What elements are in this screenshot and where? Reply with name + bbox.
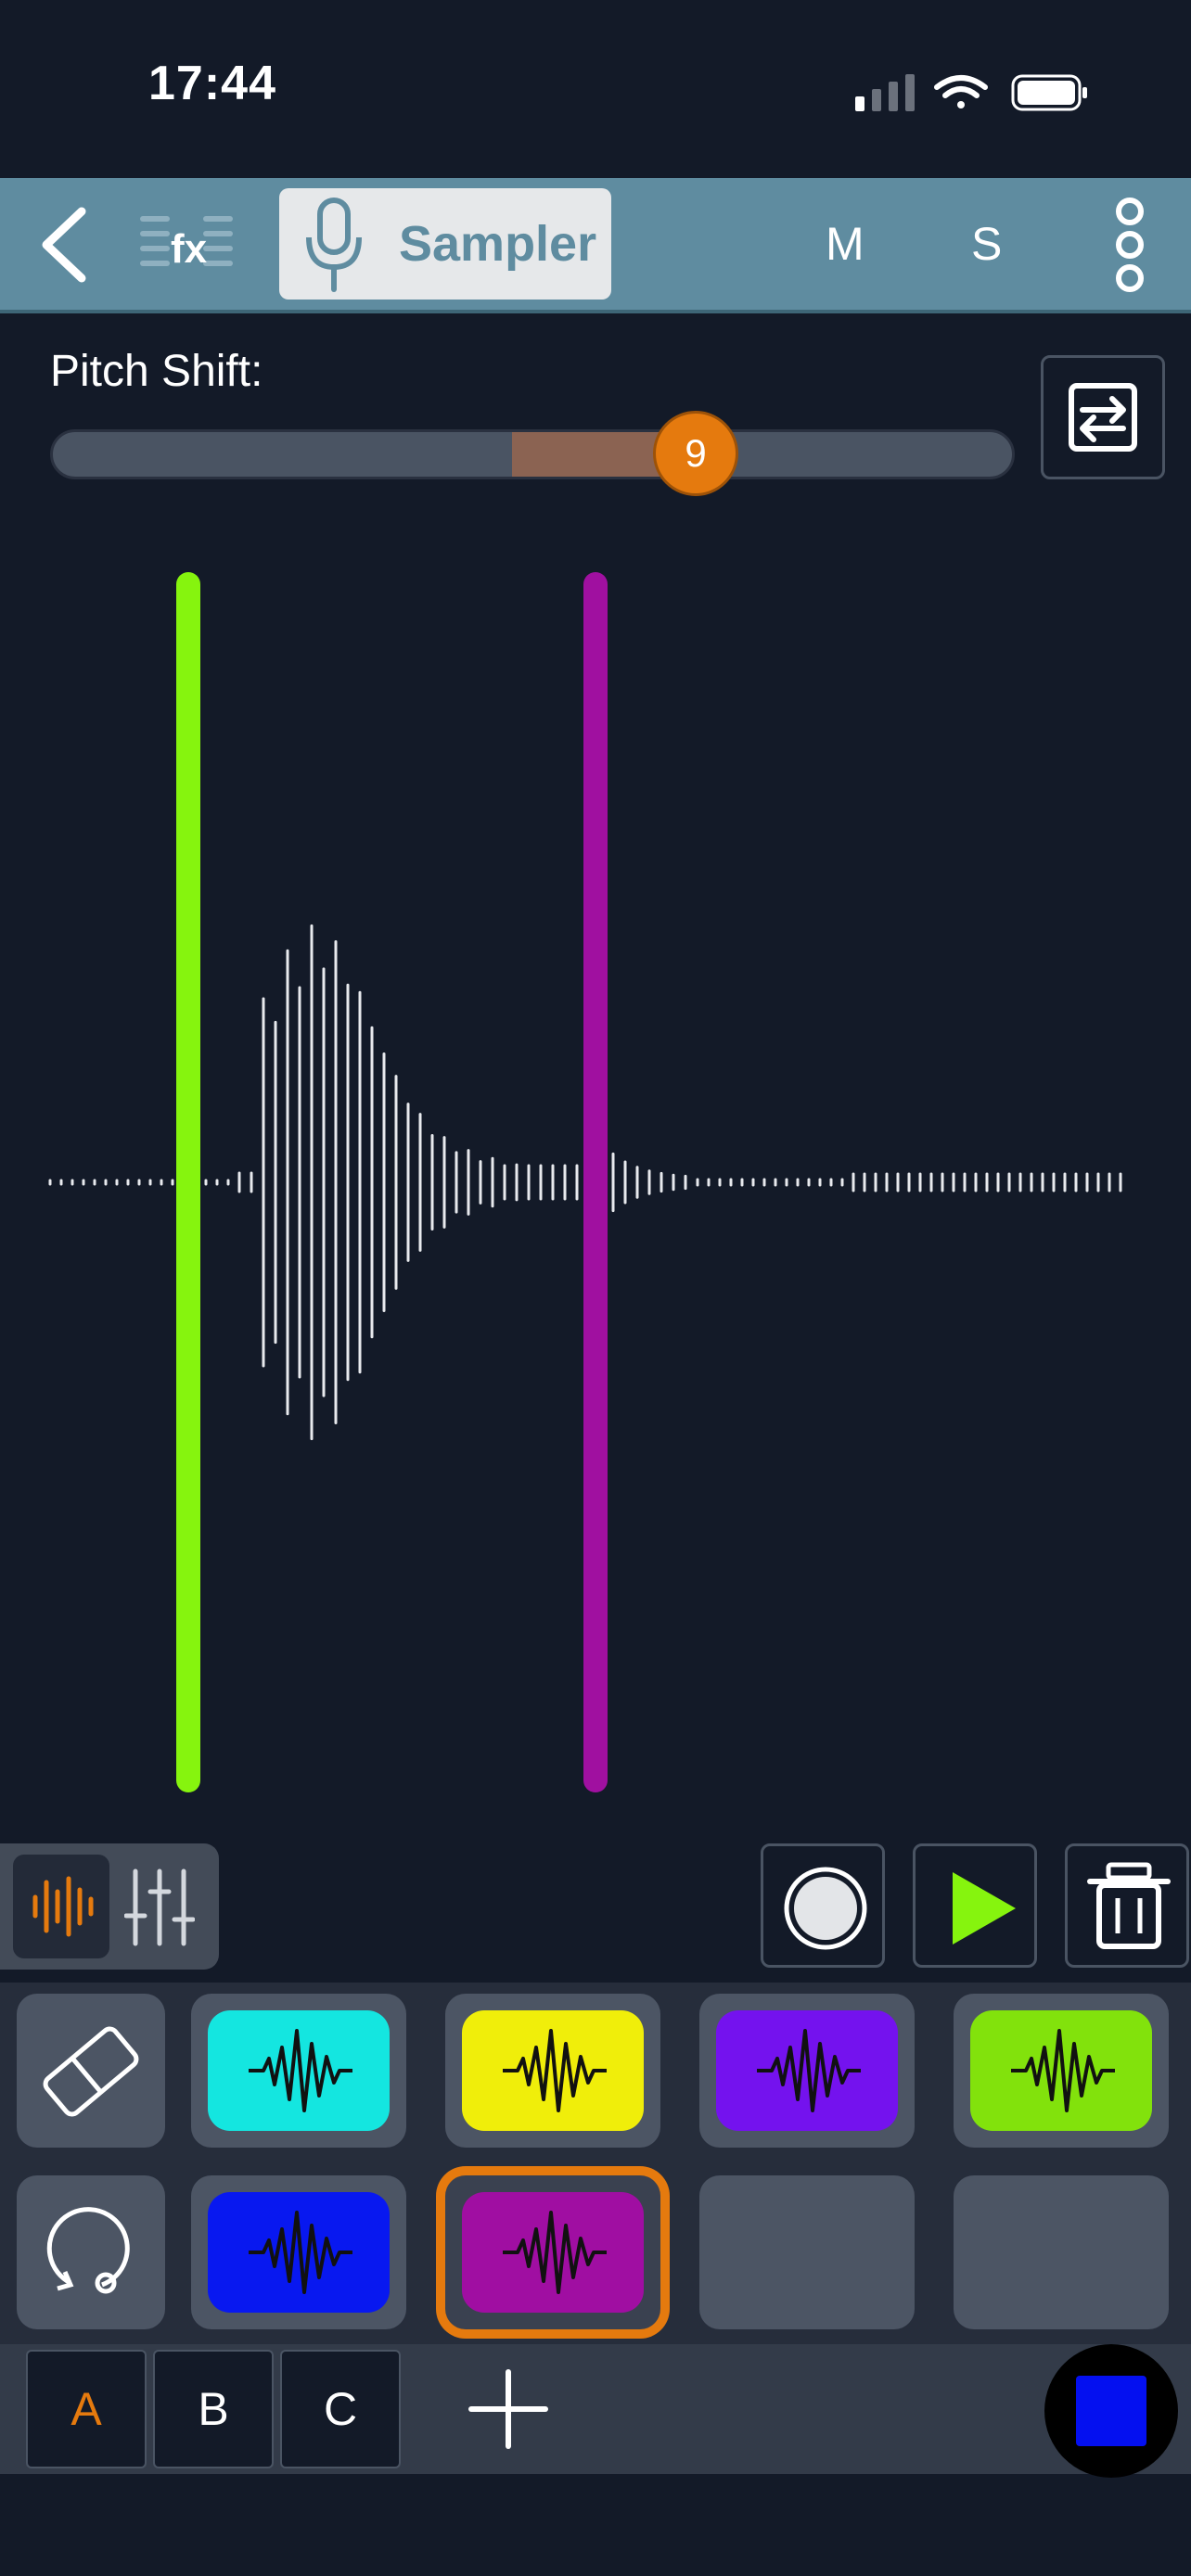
pitch-shift-knob[interactable]: 9 xyxy=(653,411,738,496)
wifi-icon xyxy=(934,75,988,108)
solo-button[interactable]: S xyxy=(971,217,1002,271)
record-icon xyxy=(784,1867,867,1950)
bank-tab-c[interactable]: C xyxy=(280,2350,401,2468)
fx-label[interactable]: fx xyxy=(171,226,207,273)
back-icon[interactable] xyxy=(33,206,89,284)
microphone-icon xyxy=(306,198,362,292)
sample-waveform-icon xyxy=(249,2029,352,2112)
swap-icon xyxy=(1069,383,1137,452)
delete-button[interactable] xyxy=(1065,1843,1189,1968)
sample-start-marker[interactable] xyxy=(176,572,200,1792)
pitch-shift-label: Pitch Shift: xyxy=(50,347,263,396)
loop-icon xyxy=(46,2207,130,2294)
sample-waveform-icon xyxy=(757,2029,861,2112)
play-icon xyxy=(953,1872,1016,1945)
pad-color xyxy=(462,2010,644,2131)
bank-tab-b[interactable]: B xyxy=(153,2350,274,2468)
sample-waveform-icon xyxy=(503,2211,607,2294)
sample-pad[interactable] xyxy=(954,1994,1169,2148)
sample-waveform-icon xyxy=(503,2029,607,2112)
empty-pad[interactable] xyxy=(699,2175,915,2329)
pad-color xyxy=(462,2192,644,2313)
pad-color xyxy=(716,2010,898,2131)
plus-icon[interactable] xyxy=(464,2365,553,2454)
play-button[interactable] xyxy=(913,1843,1037,1968)
eraser-icon xyxy=(43,2026,139,2117)
pad-color xyxy=(970,2010,1152,2131)
sample-end-marker[interactable] xyxy=(583,572,608,1792)
pad-color xyxy=(208,2192,390,2313)
sample-pad[interactable] xyxy=(191,2175,406,2329)
waveform-view-icon xyxy=(32,1876,94,1937)
record-button[interactable] xyxy=(761,1843,885,1968)
trash-icon xyxy=(1087,1862,1171,1949)
cellular-signal-icon xyxy=(855,74,915,111)
sample-pad[interactable] xyxy=(445,2175,660,2329)
instrument-label: Sampler xyxy=(399,216,597,272)
empty-pad[interactable] xyxy=(954,2175,1169,2329)
status-time: 17:44 xyxy=(148,57,276,110)
sample-pad[interactable] xyxy=(445,1994,660,2148)
sample-pad[interactable] xyxy=(191,1994,406,2148)
eraser-tool[interactable] xyxy=(17,1994,165,2148)
sample-pad[interactable] xyxy=(699,1994,915,2148)
more-icon[interactable] xyxy=(1109,195,1150,295)
mixer-icon[interactable] xyxy=(124,1864,195,1949)
stop-icon xyxy=(1076,2376,1146,2446)
battery-icon xyxy=(1011,74,1087,111)
pad-color xyxy=(208,2010,390,2131)
loop-tool[interactable] xyxy=(17,2175,165,2329)
status-icons xyxy=(855,74,1087,111)
sample-waveform-icon xyxy=(1011,2029,1115,2112)
bank-tab-a[interactable]: A xyxy=(26,2350,147,2468)
sample-waveform-icon xyxy=(249,2211,352,2294)
swap-button[interactable] xyxy=(1041,355,1165,479)
mute-button[interactable]: M xyxy=(826,217,864,271)
waveform-view-button[interactable] xyxy=(13,1855,109,1958)
